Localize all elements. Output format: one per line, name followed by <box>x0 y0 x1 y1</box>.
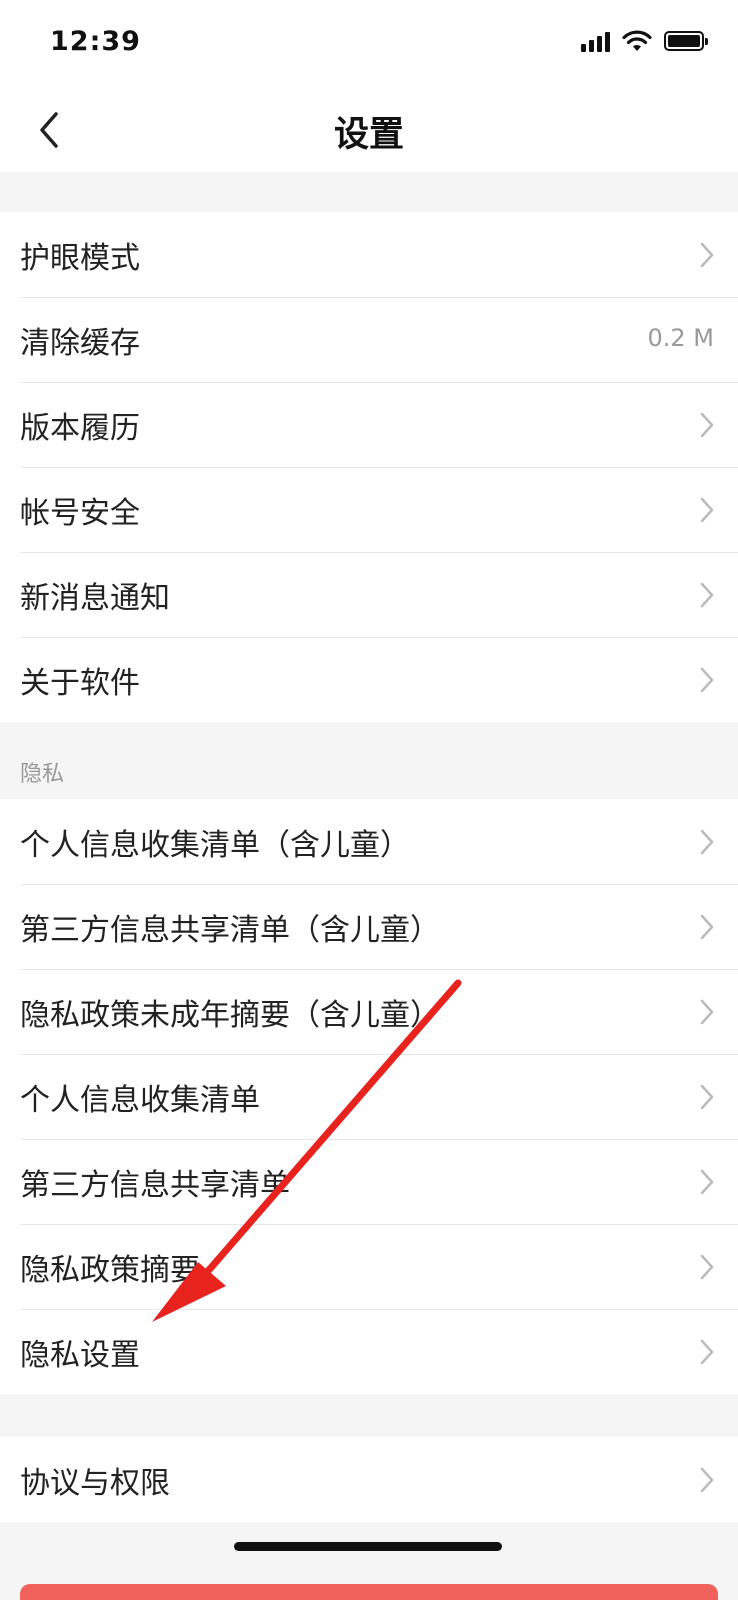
chevron-right-icon <box>700 1467 714 1493</box>
privacy-settings-group: 个人信息收集清单（含儿童） 第三方信息共享清单（含儿童） 隐私政策未成年摘要（含… <box>0 799 738 1394</box>
settings-item-label: 新消息通知 <box>20 580 170 616</box>
page-title: 设置 <box>333 115 404 155</box>
privacy-section-header: 隐私 <box>20 762 65 787</box>
chevron-right-icon <box>700 829 714 855</box>
settings-item-minor-privacy-summary[interactable]: 隐私政策未成年摘要（含儿童） <box>0 969 738 1054</box>
settings-item-label: 第三方信息共享清单（含儿童） <box>20 912 440 948</box>
settings-item-label: 关于软件 <box>20 665 140 701</box>
settings-item-personal-info-list[interactable]: 个人信息收集清单 <box>0 1054 738 1139</box>
battery-icon <box>664 31 708 51</box>
chevron-right-icon <box>700 914 714 940</box>
cellular-signal-icon <box>581 30 610 52</box>
settings-item-label: 隐私设置 <box>20 1337 140 1373</box>
status-time: 12:39 <box>50 26 141 57</box>
agreement-group: 协议与权限 <box>0 1437 738 1522</box>
settings-item-version-history[interactable]: 版本履历 <box>0 382 738 467</box>
settings-item-privacy-policy-summary[interactable]: 隐私政策摘要 <box>0 1224 738 1309</box>
settings-item-third-party-sharing-children[interactable]: 第三方信息共享清单（含儿童） <box>0 884 738 969</box>
settings-item-label: 隐私政策未成年摘要（含儿童） <box>20 997 440 1033</box>
settings-item-label: 清除缓存 <box>20 325 140 361</box>
settings-item-agreements-permissions[interactable]: 协议与权限 <box>0 1437 738 1522</box>
chevron-right-icon <box>700 1339 714 1365</box>
chevron-right-icon <box>700 242 714 268</box>
settings-item-privacy-settings[interactable]: 隐私设置 <box>0 1309 738 1394</box>
settings-item-label: 帐号安全 <box>20 495 140 531</box>
cache-size-value: 0.2 M <box>647 324 714 352</box>
settings-item-new-message-notification[interactable]: 新消息通知 <box>0 552 738 637</box>
chevron-right-icon <box>700 667 714 693</box>
settings-item-label: 协议与权限 <box>20 1465 170 1501</box>
chevron-right-icon <box>700 999 714 1025</box>
settings-item-third-party-sharing[interactable]: 第三方信息共享清单 <box>0 1139 738 1224</box>
chevron-right-icon <box>700 1169 714 1195</box>
settings-item-label: 隐私政策摘要 <box>20 1252 200 1288</box>
settings-item-label: 个人信息收集清单 <box>20 1082 260 1118</box>
settings-item-personal-info-list-children[interactable]: 个人信息收集清单（含儿童） <box>0 799 738 884</box>
settings-item-clear-cache[interactable]: 清除缓存 0.2 M <box>0 297 738 382</box>
settings-item-label: 护眼模式 <box>20 240 140 276</box>
settings-item-eye-protection[interactable]: 护眼模式 <box>0 212 738 297</box>
general-settings-group: 护眼模式 清除缓存 0.2 M 版本履历 帐号安全 新消息通知 关于软件 <box>0 212 738 722</box>
chevron-right-icon <box>700 497 714 523</box>
chevron-right-icon <box>700 1254 714 1280</box>
chevron-right-icon <box>700 412 714 438</box>
settings-item-account-security[interactable]: 帐号安全 <box>0 467 738 552</box>
settings-item-label: 版本履历 <box>20 410 140 446</box>
status-bar: 12:39 <box>0 0 738 88</box>
settings-item-about[interactable]: 关于软件 <box>0 637 738 722</box>
chevron-right-icon <box>700 1084 714 1110</box>
wifi-icon <box>622 30 652 51</box>
bottom-action-button[interactable] <box>20 1584 718 1600</box>
status-icons <box>581 30 708 52</box>
chevron-right-icon <box>700 582 714 608</box>
navigation-bar: 设置 <box>0 88 738 172</box>
home-indicator[interactable] <box>234 1542 502 1551</box>
settings-item-label: 第三方信息共享清单 <box>20 1167 290 1203</box>
settings-item-label: 个人信息收集清单（含儿童） <box>20 827 410 863</box>
